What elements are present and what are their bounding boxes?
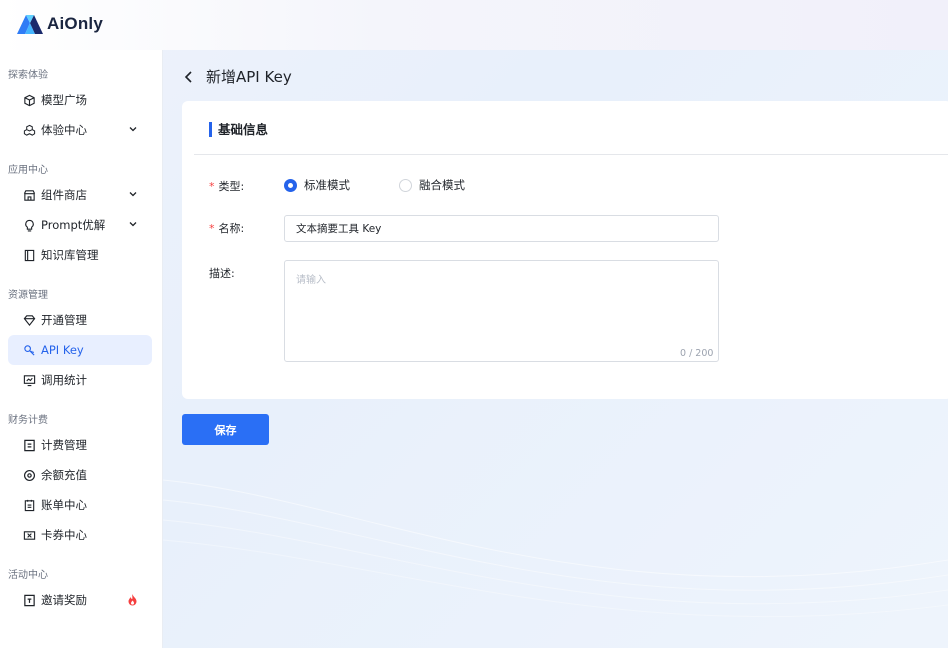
bill-icon: [23, 499, 36, 512]
name-label: * 名称:: [209, 222, 245, 235]
background-wave: [163, 479, 948, 618]
coupon-icon: [23, 529, 36, 542]
sidebar-item-label: 组件商店: [41, 188, 87, 202]
divider: [194, 154, 948, 155]
page-title: 新增API Key: [206, 68, 292, 86]
name-input[interactable]: [284, 215, 719, 242]
top-bar: AiOnly: [0, 0, 948, 50]
sidebar-item-billing[interactable]: 计费管理: [8, 430, 152, 460]
brand-name: AiOnly: [47, 14, 103, 33]
group-title-activities: 活动中心: [8, 570, 48, 581]
cube-icon: [23, 94, 36, 107]
billing-icon: [23, 439, 36, 452]
char-counter: 0 / 200: [680, 348, 714, 359]
cubes-icon: [23, 124, 36, 137]
bulb-icon: [23, 219, 36, 232]
sidebar-item-recharge[interactable]: 余额充值: [8, 460, 152, 490]
sidebar-item-invite-rewards[interactable]: 邀请奖励: [8, 585, 152, 615]
chart-icon: [23, 374, 36, 387]
sidebar-item-label: 卡券中心: [41, 528, 87, 542]
basic-info-card: 基础信息 *类型: 标准模式 融合模式 *名称: 描述: 0 / 200: [182, 101, 948, 399]
sidebar-item-model-plaza[interactable]: 模型广场: [8, 85, 152, 115]
sidebar-item-label: 计费管理: [41, 438, 87, 452]
type-label: * 类型:: [209, 180, 245, 193]
sidebar-item-activation[interactable]: 开通管理: [8, 305, 152, 335]
sidebar-item-label: 知识库管理: [41, 248, 99, 262]
sidebar-item-label: 账单中心: [41, 498, 87, 512]
book-icon: [23, 249, 36, 262]
sidebar-item-label: 体验中心: [41, 123, 87, 137]
sidebar: 探索体验 模型广场 体验中心 应用中心 组件商店 Prompt优解 知识库管理 …: [0, 50, 163, 648]
sidebar-item-knowledge-base[interactable]: 知识库管理: [8, 240, 152, 270]
diamond-icon: [23, 314, 36, 327]
radio-fusion-mode[interactable]: 融合模式: [399, 177, 465, 193]
radio-checked-icon: [284, 178, 297, 192]
page-header: 新增API Key: [182, 66, 292, 87]
logo-icon: [17, 15, 43, 34]
required-mark: *: [209, 180, 215, 193]
description-label: 描述:: [209, 267, 235, 280]
section-title: 基础信息: [209, 122, 268, 137]
sidebar-item-component-store[interactable]: 组件商店: [8, 180, 152, 210]
gift-icon: [23, 594, 36, 607]
sidebar-item-api-key[interactable]: API Key: [8, 335, 152, 365]
chevron-down-icon: [129, 127, 137, 132]
radio-label: 标准模式: [304, 178, 350, 192]
sidebar-item-label: 调用统计: [41, 373, 87, 387]
radio-label: 融合模式: [419, 178, 465, 192]
sidebar-item-label: Prompt优解: [41, 218, 106, 232]
required-mark: *: [209, 222, 215, 235]
sidebar-item-coupons[interactable]: 卡券中心: [8, 520, 152, 550]
radio-unchecked-icon: [399, 178, 412, 192]
sidebar-item-bill-center[interactable]: 账单中心: [8, 490, 152, 520]
sidebar-item-label: 开通管理: [41, 313, 87, 327]
description-textarea[interactable]: [284, 260, 719, 362]
back-arrow-icon[interactable]: [182, 70, 196, 84]
sidebar-item-usage-stats[interactable]: 调用统计: [8, 365, 152, 395]
save-button[interactable]: 保存: [182, 414, 269, 445]
sidebar-item-label: 邀请奖励: [41, 593, 87, 607]
fire-icon: [128, 594, 137, 606]
store-icon: [23, 189, 36, 202]
group-title-apps: 应用中心: [8, 165, 48, 176]
group-title-explore: 探索体验: [8, 70, 48, 81]
group-title-finance: 财务计费: [8, 415, 48, 426]
chevron-down-icon: [129, 222, 137, 227]
sidebar-item-experience-center[interactable]: 体验中心: [8, 115, 152, 145]
logo[interactable]: AiOnly: [14, 12, 103, 36]
sidebar-item-label: 模型广场: [41, 93, 87, 107]
sidebar-item-label: 余额充值: [41, 468, 87, 482]
radio-standard-mode[interactable]: 标准模式: [284, 177, 350, 193]
chevron-down-icon: [129, 192, 137, 197]
coin-icon: [23, 469, 36, 482]
sidebar-item-label: API Key: [41, 343, 84, 357]
group-title-resources: 资源管理: [8, 290, 48, 301]
sidebar-item-prompt[interactable]: Prompt优解: [8, 210, 152, 240]
key-icon: [23, 344, 36, 357]
